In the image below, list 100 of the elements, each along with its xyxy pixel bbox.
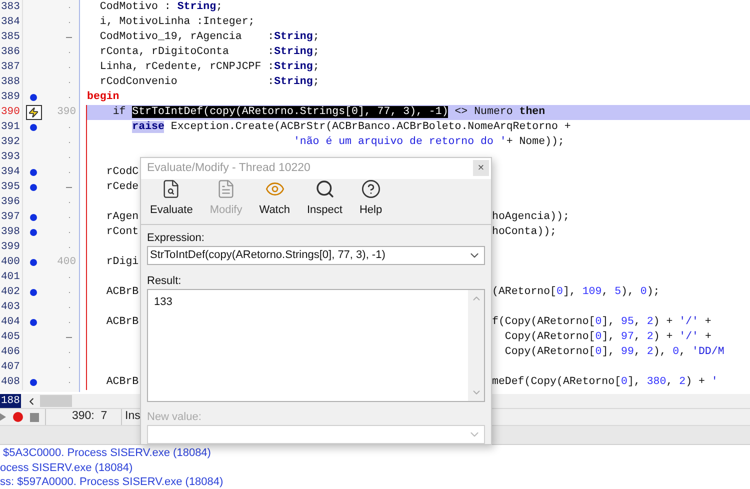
line-number: 408 xyxy=(0,377,21,388)
code-token: Copy(ARetorno[ xyxy=(504,330,596,345)
code-token: ; xyxy=(312,30,320,45)
line-number: 389 xyxy=(0,92,21,103)
code-token: then xyxy=(519,105,546,120)
code-token: , xyxy=(634,315,642,330)
code-token: String xyxy=(177,0,216,15)
code-token: , xyxy=(634,345,642,360)
code-token: 99 xyxy=(621,345,634,360)
code-token: rCont xyxy=(105,225,139,240)
line-number: 396 xyxy=(0,197,21,208)
line-number: 383 xyxy=(0,2,21,13)
code-token: 0 xyxy=(621,375,628,390)
code-token: ACBrB xyxy=(105,375,139,390)
code-token: rCodC xyxy=(105,165,139,180)
code-token: Copy(ARetorno[ xyxy=(504,345,596,360)
code-token: 0 xyxy=(595,345,602,360)
line-number: 400 xyxy=(0,257,21,268)
code-token: 0 xyxy=(640,285,647,300)
code-token: ), xyxy=(621,285,635,300)
code-token: 2 xyxy=(646,345,654,360)
code-token: 0 xyxy=(556,285,563,300)
code-token: hoAgencia)); xyxy=(492,210,570,225)
code-token: rAgen xyxy=(105,210,139,225)
toolbar-button[interactable]: Inspect xyxy=(304,178,346,218)
code-token: 109 xyxy=(582,285,602,300)
code-token: 97 xyxy=(621,330,634,345)
code-token: , xyxy=(679,345,687,360)
scrollbar-thumb[interactable] xyxy=(40,395,72,407)
code-token: ); xyxy=(646,285,660,300)
code-token: ) + xyxy=(653,315,674,330)
code-token: ], xyxy=(562,285,577,300)
code-token: 2 xyxy=(679,375,686,390)
code-token: StrToIntDef(copy(ARetorno.Strings[0], 77, 3), -1) xyxy=(132,105,448,120)
code-token: begin xyxy=(87,90,120,105)
code-token: + xyxy=(704,315,712,330)
code-token: , xyxy=(666,375,674,390)
fold-marker[interactable] xyxy=(66,337,72,338)
code-token: 5 xyxy=(614,285,622,300)
fold-marker[interactable] xyxy=(66,37,72,38)
code-token: ACBrB xyxy=(105,285,139,300)
stop-icon[interactable] xyxy=(30,412,39,422)
code-token: 0 xyxy=(595,315,602,330)
code-token: Exception.Create(ACBrStr(ACBrBanco.ACBrBoleto.NomeArqRetorno + xyxy=(170,120,571,135)
code-token: 0 xyxy=(595,330,602,345)
code-token: hoConta)); xyxy=(492,225,557,240)
search-icon xyxy=(314,178,335,198)
toolbar-button[interactable]: Help xyxy=(356,178,386,218)
code-token: + xyxy=(704,330,712,345)
toolbar-button[interactable]: Watch xyxy=(256,178,293,218)
code-token: CodMotivo : xyxy=(98,0,172,15)
code-token: ; xyxy=(312,45,320,60)
breakpoint-icon[interactable] xyxy=(13,412,23,422)
line-number: 407 xyxy=(0,362,21,373)
toolbar-button[interactable]: Evaluate xyxy=(147,178,196,218)
code-token: Linha, rCedente, rCNPJCPF : xyxy=(98,60,274,75)
line-number: 398 xyxy=(0,227,21,238)
result-label: Result: xyxy=(147,274,182,288)
message-line: ocess SISERV.exe (18084) xyxy=(0,460,134,475)
message-line: $5A3C0000. Process SISERV.exe (18084) xyxy=(2,446,212,460)
expression-label: Expression: xyxy=(147,231,206,245)
cursor-position: 390: 7 xyxy=(72,409,108,424)
close-button[interactable]: × xyxy=(473,160,489,176)
code-token: CodMotivo_19, rAgencia : xyxy=(98,30,274,45)
code-token: ; xyxy=(312,60,320,75)
code-token: 'não é um arquivo de retorno do ' xyxy=(292,135,506,150)
code-token: ; xyxy=(216,0,222,15)
result-value: 133 xyxy=(154,295,172,308)
code-token: '/' xyxy=(679,330,698,345)
code-token: String xyxy=(274,30,313,45)
line-indicator: 188 xyxy=(0,394,21,408)
code-token: String xyxy=(274,60,313,75)
code-token: f(Copy(ARetorno[ xyxy=(492,315,596,330)
code-token: (ARetorno[ xyxy=(492,285,557,300)
code-token: if xyxy=(112,105,127,120)
line-number: 393 xyxy=(0,152,21,163)
line-number: 397 xyxy=(0,212,21,223)
code-token: ) + xyxy=(686,375,706,390)
code-token: 2 xyxy=(646,330,654,345)
code-token: ], xyxy=(602,330,616,345)
code-token: <> Numero xyxy=(454,105,514,120)
code-token: ], xyxy=(602,345,616,360)
line-number: 394 xyxy=(0,167,21,178)
code-token: 95 xyxy=(621,315,634,330)
document-icon xyxy=(216,178,236,198)
expression-combobox[interactable]: StrToIntDef(copy(ARetorno.Strings[0], 77, 3), -1) xyxy=(147,246,485,265)
code-token: String xyxy=(274,75,313,90)
code-token: rDigi xyxy=(105,255,139,270)
line-number: 395 xyxy=(0,182,21,193)
new-value-label: New value: xyxy=(147,410,202,424)
line-number: 403 xyxy=(0,302,21,313)
fold-marker[interactable] xyxy=(66,187,72,188)
code-token: i, MotivoLinha :Integer; xyxy=(98,15,255,30)
run-icon[interactable] xyxy=(0,412,6,422)
line-number: 406 xyxy=(0,347,21,358)
expression-value: StrToIntDef(copy(ARetorno.Strings[0], 77, 3), -1) xyxy=(150,248,386,264)
code-token: ACBrB xyxy=(105,315,139,330)
code-token: 'DD/M xyxy=(692,345,724,360)
message-line: ss: $597A0000. Process SISERV.exe (18084) xyxy=(0,475,224,489)
line-number: 405 xyxy=(0,332,21,343)
